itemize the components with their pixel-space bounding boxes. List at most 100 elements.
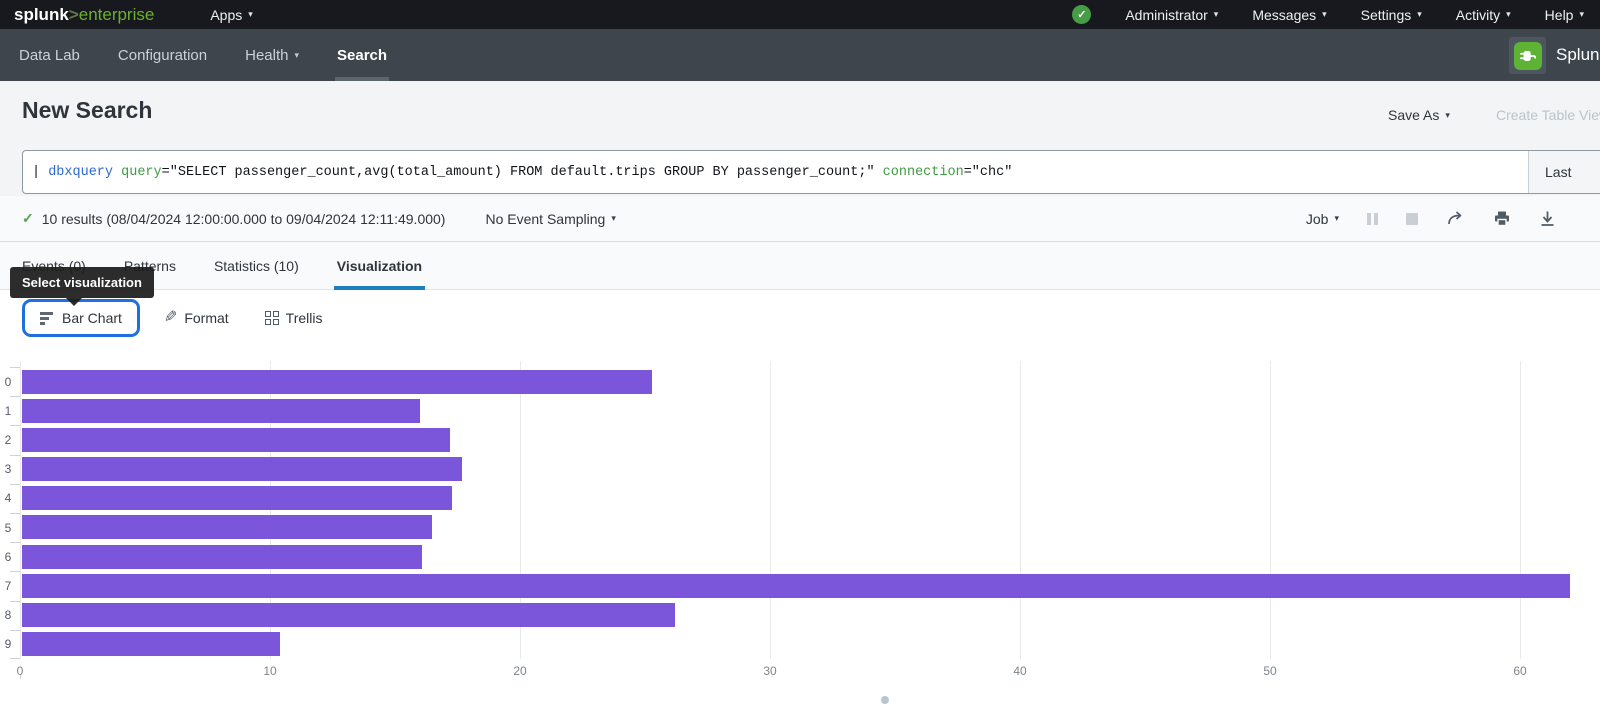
search-input[interactable]: | dbxquery query="SELECT passenger_count… — [23, 151, 1528, 193]
nav-label: Configuration — [118, 47, 207, 64]
chart-bar-row: 8 — [0, 601, 1600, 630]
export-download-icon[interactable] — [1539, 210, 1556, 227]
chevron-down-icon: ▾ — [1579, 10, 1584, 19]
chart-bar-1[interactable] — [22, 399, 420, 423]
bar-chart-panel: 0123456789 0102030405060 — [0, 367, 1600, 679]
create-table-view-button[interactable]: Create Table View — [1496, 107, 1600, 123]
menu-label: Help — [1545, 7, 1574, 23]
y-axis-label: 3 — [0, 462, 16, 476]
chart-bar-7[interactable] — [22, 574, 1570, 598]
y-axis-label: 4 — [0, 491, 16, 505]
save-as-button[interactable]: Save As ▾ — [1388, 107, 1450, 123]
chevron-down-icon: ▾ — [248, 10, 253, 19]
event-sampling-label: No Event Sampling — [485, 211, 605, 227]
select-visualization-tooltip: Select visualization — [10, 267, 154, 298]
trellis-button[interactable]: Trellis — [265, 310, 323, 326]
apps-menu[interactable]: Apps ▾ — [210, 7, 252, 23]
logo-gt: > — [69, 5, 79, 24]
topbar-menu-help[interactable]: Help ▾ — [1545, 7, 1584, 23]
topbar-menu-settings[interactable]: Settings▾ — [1361, 7, 1422, 23]
appbar-item-search[interactable]: Search — [337, 29, 387, 81]
topbar-menu-messages[interactable]: Messages▾ — [1252, 7, 1326, 23]
y-axis-tick — [10, 455, 20, 456]
top-system-bar: splunk>enterprise Apps ▾ ✓ Administrator… — [0, 0, 1600, 29]
y-axis-label: 1 — [0, 404, 16, 418]
chart-bar-row: 9 — [0, 630, 1600, 659]
app-nav-bar: Data Lab Configuration Health ▾ Search Splun… — [0, 29, 1600, 81]
splunk-logo[interactable]: splunk>enterprise — [14, 5, 154, 25]
job-menu-label: Job — [1306, 211, 1329, 227]
event-sampling-menu[interactable]: No Event Sampling ▾ — [485, 211, 615, 227]
x-axis-label: 0 — [17, 664, 24, 678]
nav-label: Search — [337, 47, 387, 64]
chart-bar-2[interactable] — [22, 428, 450, 452]
topbar-menu-administrator[interactable]: Administrator▾ — [1125, 7, 1218, 23]
pencil-icon: ✎ — [164, 310, 177, 326]
chart-bar-row: 2 — [0, 425, 1600, 454]
viz-controls-row: Bar Chart ✎ Format Trellis — [0, 290, 1600, 338]
y-axis-tick — [10, 601, 20, 602]
chart-bar-0[interactable] — [22, 370, 652, 394]
tooltip-caret — [66, 298, 82, 306]
chart-bar-6[interactable] — [22, 545, 422, 569]
menu-label: Messages — [1252, 7, 1316, 23]
app-icon-tile[interactable] — [1509, 37, 1546, 74]
app-name-label[interactable]: Splunk DB Connect — [1556, 45, 1600, 65]
appbar-item-data-lab[interactable]: Data Lab — [19, 29, 80, 81]
query-segment-plain: | — [32, 165, 48, 180]
time-range-picker[interactable]: Last — [1528, 151, 1600, 193]
stop-job-button[interactable] — [1406, 213, 1418, 225]
tab-visualization[interactable]: Visualization — [337, 258, 422, 289]
pause-job-button[interactable] — [1367, 213, 1378, 225]
chart-bar-8[interactable] — [22, 603, 675, 627]
query-segment-cmd: dbxquery — [48, 165, 113, 180]
tab-statistics-10[interactable]: Statistics (10) — [214, 258, 299, 289]
format-label: Format — [184, 310, 228, 326]
chart-plot-area: 0123456789 — [0, 367, 1600, 659]
time-range-label: Last — [1545, 164, 1571, 180]
results-summary: 10 results (08/04/2024 12:00:00.000 to 0… — [42, 211, 446, 227]
logo-product: enterprise — [79, 5, 155, 24]
topbar-menus: Administrator▾Messages▾Settings▾Activity… — [1125, 7, 1584, 23]
menu-label: Activity — [1456, 7, 1500, 23]
y-axis-tick — [10, 542, 20, 543]
appbar-item-configuration[interactable]: Configuration — [118, 29, 207, 81]
chart-bar-3[interactable] — [22, 457, 462, 481]
query-segment-attr: connection — [883, 165, 964, 180]
chart-bar-row: 5 — [0, 513, 1600, 542]
chart-bar-4[interactable] — [22, 486, 452, 510]
y-axis-label: 0 — [0, 375, 16, 389]
tab-label: Statistics (10) — [214, 258, 299, 274]
y-axis-tick — [10, 396, 20, 397]
logo-brand: splunk — [14, 5, 69, 24]
chart-bar-row: 4 — [0, 484, 1600, 513]
y-axis-label: 7 — [0, 579, 16, 593]
scroll-handle-dot[interactable] — [881, 696, 889, 704]
job-menu[interactable]: Job ▾ — [1306, 211, 1339, 227]
x-axis-label: 60 — [1513, 664, 1526, 678]
chart-bar-5[interactable] — [22, 515, 432, 539]
y-axis-tick — [10, 571, 20, 572]
print-icon[interactable] — [1493, 210, 1511, 227]
share-icon[interactable] — [1446, 210, 1465, 227]
bar-chart-icon — [40, 312, 53, 325]
chevron-down-icon: ▾ — [294, 51, 299, 60]
format-button[interactable]: ✎ Format — [164, 310, 229, 326]
appbar-item-health[interactable]: Health ▾ — [245, 29, 299, 81]
nav-label: Health — [245, 47, 288, 64]
chart-bar-row: 3 — [0, 455, 1600, 484]
x-axis-label: 50 — [1263, 664, 1276, 678]
check-glyph: ✓ — [1077, 8, 1086, 21]
apps-menu-label: Apps — [210, 7, 242, 23]
chart-bar-9[interactable] — [22, 632, 280, 656]
chart-bar-row: 0 — [0, 367, 1600, 396]
chevron-down-icon: ▾ — [1417, 10, 1422, 19]
chart-type-label: Bar Chart — [62, 310, 122, 326]
menu-label: Administrator — [1125, 7, 1207, 23]
topbar-menu-activity[interactable]: Activity▾ — [1456, 7, 1511, 23]
y-axis-tick — [10, 513, 20, 514]
query-segment-plain: ="SELECT passenger_count,avg(total_amoun… — [162, 165, 875, 180]
y-axis-tick — [10, 630, 20, 631]
job-toolbar: Job ▾ — [1306, 210, 1600, 227]
active-tab-underline — [334, 286, 425, 290]
